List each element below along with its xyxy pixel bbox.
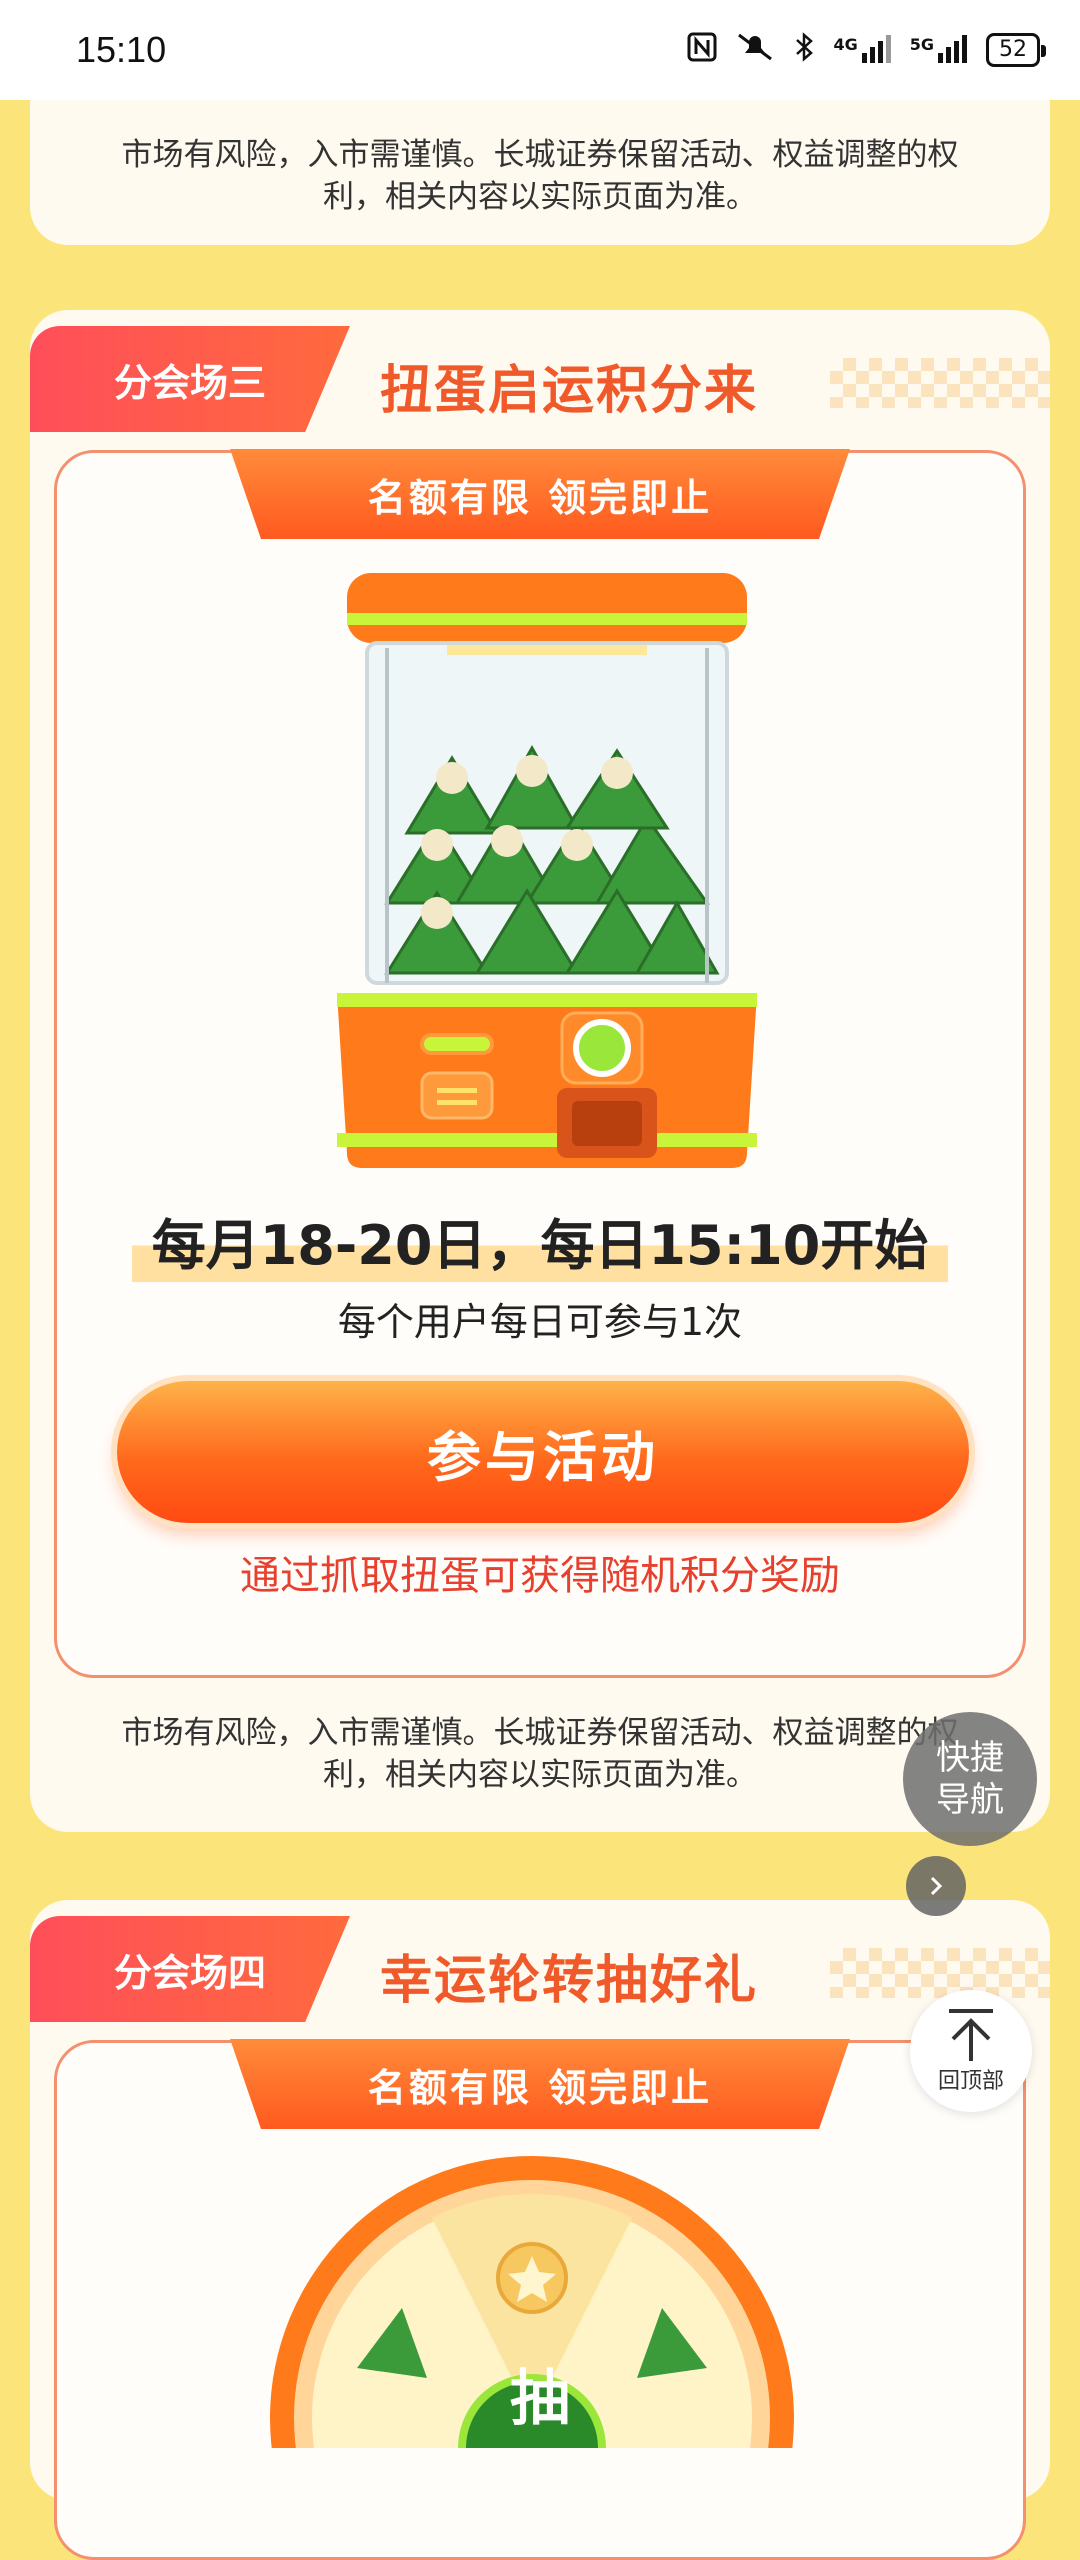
venue-four-title: 幸运轮转抽好礼 [380, 1951, 759, 2011]
checker-decoration [830, 1948, 1050, 1998]
battery-icon: 52 [986, 33, 1046, 67]
status-time: 15:10 [76, 29, 167, 70]
venue-three-header: 分会场三 扭蛋启运积分来 [30, 310, 1050, 432]
join-activity-button[interactable]: 参与活动 [117, 1381, 969, 1523]
status-bar: 15:10 4G 5G 52 [0, 0, 1080, 100]
checker-decoration [830, 358, 1050, 408]
reward-note: 通过抓取扭蛋可获得随机积分奖励 [240, 1553, 840, 1599]
quota-ribbon: 名额有限 领完即止 [230, 449, 850, 539]
venue-three-panel: 名额有限 领完即止 每月18-20日，每日15:10开始 每个用户每日可参与1次… [54, 449, 1026, 1678]
mute-icon [735, 31, 775, 70]
venue-three-title: 扭蛋启运积分来 [380, 361, 759, 421]
nfc-icon [687, 32, 717, 69]
quota-ribbon: 名额有限 领完即止 [230, 2039, 850, 2129]
venue-four-tab: 分会场四 [30, 1916, 350, 2022]
signal-4g-icon: 4G [833, 35, 891, 65]
network-4g-label: 4G [833, 35, 858, 54]
venue-three-tab: 分会场三 [30, 326, 350, 432]
back-to-top-label: 回顶部 [937, 2069, 1004, 2094]
risk-disclaimer: 市场有风险，入市需谨慎。长城证券保留活动、权益调整的权利，相关内容以实际页面为准… [121, 137, 959, 215]
quick-nav-button[interactable]: 快捷 导航 [903, 1712, 1037, 1846]
schedule-label: 每月18-20日，每日15:10开始 [131, 1201, 949, 1282]
gacha-machine-illustration [337, 573, 757, 1168]
draw-center-label[interactable]: 抽 [490, 2350, 590, 2437]
venue-three-card: 分会场三 扭蛋启运积分来 名额有限 领完即止 每月18-20日，每日15:10开… [30, 310, 1050, 1832]
venue-four-header: 分会场四 幸运轮转抽好礼 [30, 1900, 1050, 2022]
previous-venue-card: 市场有风险，入市需谨慎。长城证券保留活动、权益调整的权利，相关内容以实际页面为准… [30, 100, 1050, 245]
risk-disclaimer: 市场有风险，入市需谨慎。长城证券保留活动、权益调整的权利，相关内容以实际页面为准… [121, 1715, 959, 1793]
quick-nav-line2: 导航 [936, 1780, 1004, 1820]
quick-nav-line1: 快捷 [936, 1738, 1004, 1778]
participation-limit: 每个用户每日可参与1次 [337, 1300, 743, 1344]
schedule-text: 每月18-20日，每日15:10开始 [57, 1201, 1023, 1282]
chevron-right-icon[interactable] [906, 1856, 966, 1916]
status-icons: 4G 5G 52 [687, 31, 1046, 70]
arrow-up-icon [949, 2009, 993, 2061]
bluetooth-icon [793, 31, 815, 70]
signal-5g-icon: 5G [910, 35, 968, 65]
back-to-top-button[interactable]: 回顶部 [910, 1990, 1032, 2112]
network-5g-label: 5G [909, 35, 934, 54]
